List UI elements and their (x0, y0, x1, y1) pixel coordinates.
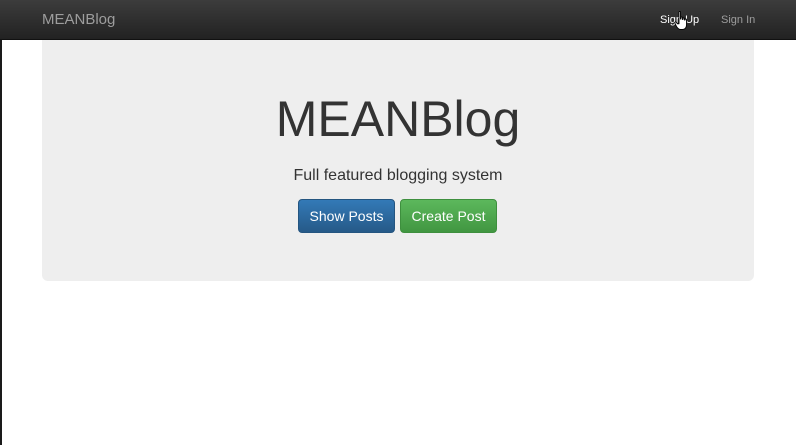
page-subtitle: Full featured blogging system (293, 167, 503, 184)
top-navbar: MEANBlog Sign Up Sign In (0, 0, 796, 40)
window-frame-edge (0, 0, 2, 445)
page-title: MEANBlog (275, 91, 521, 147)
hand-pointer-icon (674, 11, 687, 30)
show-posts-button[interactable]: Show Posts (298, 199, 395, 233)
nav-link-sign-in[interactable]: Sign In (721, 14, 755, 26)
create-post-button[interactable]: Create Post (400, 199, 497, 233)
jumbotron: MEANBlog Full featured blogging system S… (42, 40, 754, 281)
navbar-brand[interactable]: MEANBlog (42, 11, 115, 28)
